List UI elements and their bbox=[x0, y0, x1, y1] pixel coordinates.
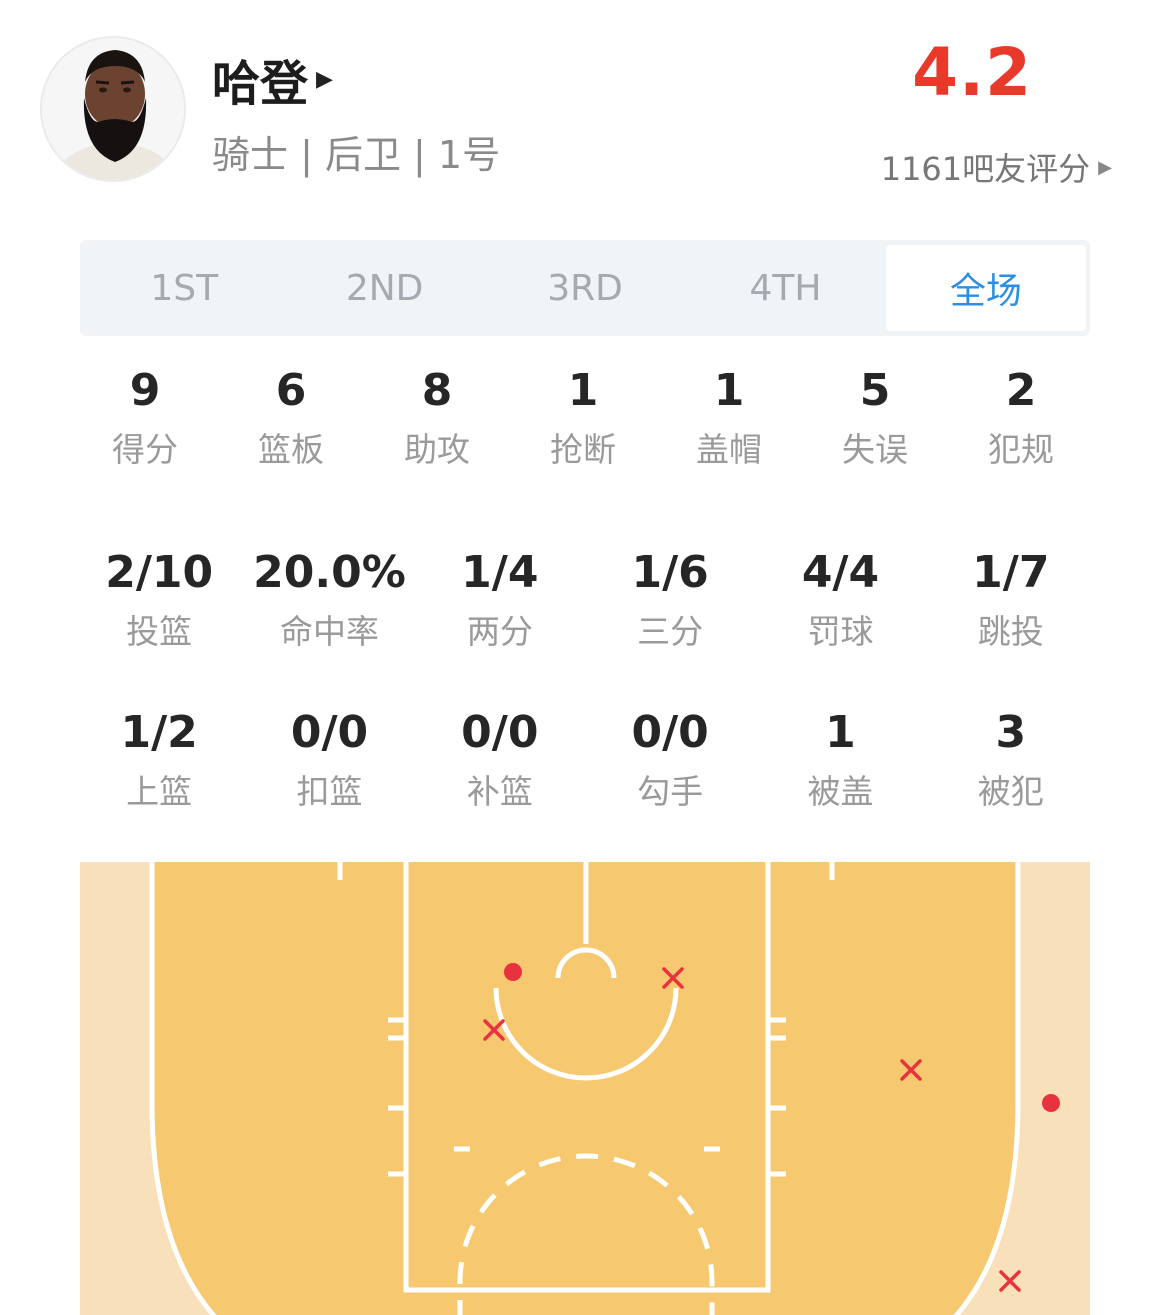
caret-right-icon: ▶ bbox=[316, 66, 333, 92]
stat-label: 命中率 bbox=[279, 612, 379, 651]
main-stats-row: 9 得分 6 篮板 8 助攻 1 抢断 1 盖帽 5 失误 2 犯规 bbox=[72, 362, 1094, 472]
stat-value: 3 bbox=[995, 707, 1027, 758]
stat-layup: 1/2 上篮 bbox=[74, 704, 244, 814]
stat-blocks: 1 盖帽 bbox=[656, 362, 802, 472]
stat-value: 1/2 bbox=[120, 707, 198, 758]
player-avatar[interactable] bbox=[40, 36, 186, 182]
stat-label: 盖帽 bbox=[696, 430, 762, 469]
stat-label: 投篮 bbox=[126, 612, 193, 651]
stat-label: 失误 bbox=[842, 430, 908, 469]
stat-assists: 8 助攻 bbox=[364, 362, 510, 472]
stat-fouls: 2 犯规 bbox=[948, 362, 1094, 472]
stat-value: 4/4 bbox=[801, 547, 880, 598]
stat-label: 抢断 bbox=[550, 430, 616, 469]
caret-right-icon: ▶ bbox=[1098, 156, 1112, 178]
stat-turnovers: 5 失误 bbox=[802, 362, 948, 472]
other-stats-row: 1/2 上篮 0/0 扣篮 0/0 补篮 0/0 勾手 1 被盖 3 被犯 bbox=[74, 704, 1096, 814]
player-name: 哈登 bbox=[212, 56, 309, 112]
tab-2nd[interactable]: 2ND bbox=[284, 245, 484, 331]
tab-full-game[interactable]: 全场 bbox=[885, 245, 1087, 331]
tab-1st[interactable]: 1ST bbox=[84, 245, 284, 331]
stat-fouled: 3 被犯 bbox=[926, 704, 1096, 814]
stat-value: 6 bbox=[275, 365, 307, 416]
stat-value: 0/0 bbox=[461, 707, 539, 758]
stat-label: 补篮 bbox=[466, 772, 533, 811]
stat-tipin: 0/0 补篮 bbox=[415, 704, 585, 814]
stat-value: 20.0% bbox=[253, 547, 406, 598]
stat-value: 1 bbox=[825, 707, 856, 758]
stat-blocked: 1 被盖 bbox=[755, 704, 925, 814]
stat-label: 罚球 bbox=[807, 612, 874, 651]
stat-2pt: 1/4 两分 bbox=[415, 544, 585, 654]
stat-value: 1 bbox=[567, 365, 599, 416]
stat-label: 两分 bbox=[466, 612, 533, 651]
shot-chart-court bbox=[80, 862, 1090, 1315]
stat-value: 0/0 bbox=[290, 707, 369, 758]
shot-chart-svg bbox=[80, 862, 1090, 1315]
stat-value: 2/10 bbox=[105, 547, 214, 598]
stat-label: 助攻 bbox=[404, 430, 470, 469]
stat-rebounds: 6 篮板 bbox=[218, 362, 364, 472]
stat-label: 犯规 bbox=[988, 430, 1054, 469]
stat-hook: 0/0 勾手 bbox=[585, 704, 755, 814]
stat-dunk: 0/0 扣篮 bbox=[244, 704, 414, 814]
period-tabs: 1ST 2ND 3RD 4TH 全场 bbox=[80, 240, 1090, 336]
stat-fg: 2/10 投篮 bbox=[74, 544, 244, 654]
tab-3rd[interactable]: 3RD bbox=[485, 245, 685, 331]
stat-jumpshot: 1/7 跳投 bbox=[926, 544, 1096, 654]
stat-label: 被盖 bbox=[807, 772, 874, 811]
shooting-stats-row: 2/10 投篮 20.0% 命中率 1/4 两分 1/6 三分 4/4 罚球 1/7 跳投 bbox=[74, 544, 1096, 654]
stat-value: 2 bbox=[1005, 365, 1037, 416]
stat-label: 得分 bbox=[112, 430, 178, 469]
stat-value: 8 bbox=[421, 365, 453, 416]
stat-label: 勾手 bbox=[637, 772, 704, 811]
stat-label: 扣篮 bbox=[296, 772, 363, 811]
stat-value: 1 bbox=[713, 365, 745, 416]
stat-value: 5 bbox=[859, 365, 891, 416]
made-shot-marker bbox=[504, 963, 522, 981]
stat-label: 跳投 bbox=[977, 612, 1044, 651]
stat-3pt: 1/6 三分 bbox=[585, 544, 755, 654]
made-shot-marker bbox=[1042, 1094, 1060, 1112]
stat-fg-pct: 20.0% 命中率 bbox=[244, 544, 414, 654]
stat-label: 上篮 bbox=[126, 772, 193, 811]
stat-value: 1/4 bbox=[461, 547, 539, 598]
stat-label: 被犯 bbox=[977, 772, 1044, 811]
rating-count-label: 1161吧友评分 bbox=[880, 150, 1091, 188]
rating-count-link[interactable]: 1161吧友评分 ▶ bbox=[881, 144, 1112, 190]
stat-ft: 4/4 罚球 bbox=[755, 544, 925, 654]
stat-points: 9 得分 bbox=[72, 362, 218, 472]
stat-steals: 1 抢断 bbox=[510, 362, 656, 472]
stat-value: 9 bbox=[129, 365, 161, 416]
stat-label: 三分 bbox=[637, 612, 704, 651]
player-meta: 骑士 | 后卫 | 1号 bbox=[212, 133, 501, 177]
stat-label: 篮板 bbox=[258, 430, 324, 469]
stat-value: 1/7 bbox=[972, 547, 1050, 598]
stat-value: 0/0 bbox=[631, 707, 709, 758]
player-name-link[interactable]: 哈登 ▶ bbox=[212, 44, 333, 114]
stat-value: 1/6 bbox=[631, 547, 709, 598]
player-photo bbox=[42, 38, 184, 180]
player-rating: 4.2 bbox=[912, 34, 1032, 111]
tab-4th[interactable]: 4TH bbox=[685, 245, 885, 331]
